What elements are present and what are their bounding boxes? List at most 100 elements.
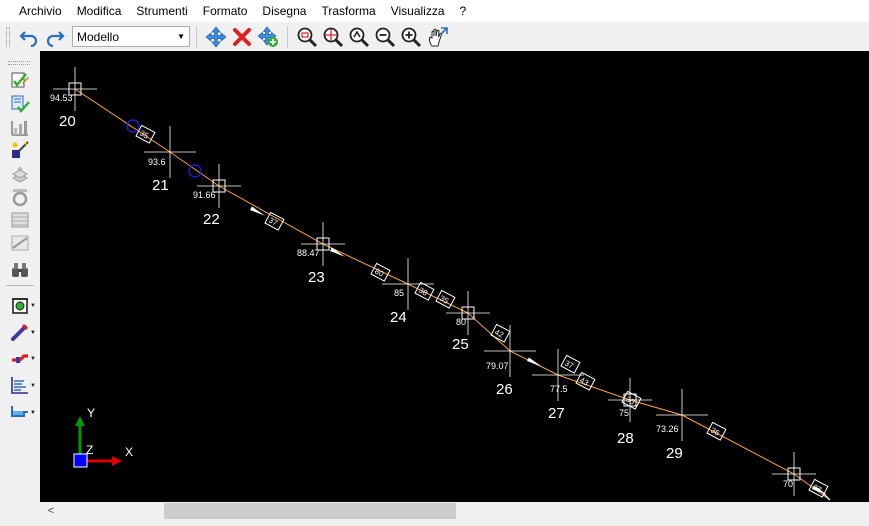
wand-tool-button[interactable] (8, 139, 32, 161)
zoom-out-button[interactable] (372, 24, 398, 50)
pipe-label-text: 42 (493, 328, 506, 340)
drawing-canvas[interactable]: 94.53 20 93.6 21 91.66 22 88.47 23 85 24 80 25 79.07… (40, 51, 869, 502)
menu-formato[interactable]: Formato (196, 0, 256, 22)
redo-icon (46, 30, 65, 47)
toolbar: Modello ▼ (0, 22, 869, 51)
move-button[interactable] (203, 24, 229, 50)
node-id-label: 20 (59, 113, 76, 130)
connection-tool-button[interactable] (8, 347, 32, 369)
ring-icon (12, 189, 28, 207)
toolbar-grip[interactable] (6, 26, 10, 47)
pipe-connection-icon (12, 354, 28, 363)
pipe-tool-button[interactable] (8, 321, 32, 343)
slope-tool-button[interactable] (8, 232, 32, 254)
binoculars-icon (12, 263, 28, 277)
node-id-label: 22 (203, 211, 220, 228)
dropdown-arrow-icon[interactable]: ▼ (30, 303, 36, 309)
table-icon (11, 212, 29, 228)
node-elevation-label: 94.53 (50, 93, 73, 103)
model-select[interactable]: Modello ▼ (72, 26, 190, 47)
undo-button[interactable] (16, 24, 42, 50)
stack-tool-button[interactable] (8, 163, 32, 185)
pipe-label-box: 80 (370, 262, 391, 282)
pipe-label-box: 37 (560, 354, 581, 374)
dropdown-arrow-icon[interactable]: ▼ (30, 383, 36, 389)
delete-button[interactable] (229, 24, 255, 50)
magic-wand-icon (12, 141, 29, 158)
flow-arrow-icon (526, 357, 543, 367)
flow-arrow-shape (526, 357, 543, 367)
menu-help[interactable]: ? (453, 0, 475, 22)
chevron-down-icon: ▼ (177, 32, 185, 41)
node-id-label: 27 (548, 405, 565, 422)
check-edit-button[interactable] (8, 70, 32, 92)
stack-layers-icon (11, 166, 29, 183)
menu-disegna[interactable]: Disegna (255, 0, 314, 22)
menu-trasforma[interactable]: Trasforma (314, 0, 383, 22)
validate-button[interactable] (8, 93, 32, 115)
node-id-label: 29 (666, 445, 683, 462)
node-elevation-label: 91.66 (193, 190, 216, 200)
dropdown-arrow-icon[interactable]: ▼ (30, 356, 36, 362)
node-circle (188, 164, 202, 178)
node-id-label: 26 (496, 381, 513, 398)
toolstrip-grip[interactable] (8, 61, 30, 65)
pipe-label-box: 37 (264, 211, 285, 231)
node-id-label: 28 (617, 430, 634, 447)
axis-z-label: Z (86, 443, 93, 457)
menu-archivio[interactable]: Archivio (12, 0, 70, 22)
pipe-label-text: 30 (624, 395, 637, 407)
pan-button[interactable] (424, 24, 450, 50)
node-elevation-label: 88.47 (297, 248, 320, 258)
manhole-icon (12, 298, 28, 314)
move-add-button[interactable] (255, 24, 281, 50)
manhole-tool-button[interactable] (8, 294, 32, 316)
pipe-end-arrow (817, 487, 831, 501)
zoom-window-icon (297, 27, 318, 47)
redo-button[interactable] (42, 24, 68, 50)
node-elevation-label: 77.5 (550, 384, 568, 394)
axis-y-arrow-icon (75, 416, 85, 426)
cad-application: Archivio Modifica Strumenti Formato Dise… (0, 0, 869, 526)
status-bar (0, 520, 869, 526)
pipe-label-box: 42 (490, 323, 511, 343)
channel-section-icon (11, 406, 28, 417)
scroll-left-arrow-icon[interactable]: < (44, 502, 58, 520)
zoom-previous-icon (349, 27, 370, 47)
pencil-check-icon (11, 72, 29, 88)
flow-arrow-icon (329, 247, 346, 257)
profile-tool-button[interactable] (8, 116, 32, 138)
zoom-extents-button[interactable] (320, 24, 346, 50)
zoom-previous-button[interactable] (346, 24, 372, 50)
node-elevation-label: 80 (456, 317, 466, 327)
document-check-icon (11, 95, 30, 113)
pipe-pencil-icon (11, 323, 29, 341)
delete-cross-icon (233, 27, 251, 46)
horizontal-scrollbar[interactable]: < (40, 502, 869, 520)
pipe-label-text: 36 (709, 426, 722, 438)
scrollbar-thumb[interactable] (164, 503, 456, 519)
node-circle (126, 119, 140, 133)
zoom-window-button[interactable] (294, 24, 320, 50)
node-elevation-label: 93.6 (148, 157, 166, 167)
dropdown-arrow-icon[interactable]: ▼ (30, 330, 36, 336)
table-tool-button[interactable] (8, 209, 32, 231)
pipe-label-text: 38 (417, 286, 430, 298)
drawing-svg: 94.53 20 93.6 21 91.66 22 88.47 23 85 24 80 25 79.07… (50, 67, 831, 502)
zoom-in-icon (401, 27, 422, 47)
section-tool-button[interactable] (8, 401, 32, 423)
menu-modifica[interactable]: Modifica (70, 0, 130, 22)
zoom-in-button[interactable] (398, 24, 424, 50)
toolbar-separator (287, 25, 288, 48)
find-button[interactable] (8, 259, 32, 281)
node-elevation-label: 79.07 (486, 361, 509, 371)
node-elevation-label: 73.26 (656, 424, 679, 434)
profile-view-button[interactable] (8, 374, 32, 396)
axis-x-arrow-icon (112, 456, 122, 466)
ring-tool-button[interactable] (8, 186, 32, 208)
dropdown-arrow-icon[interactable]: ▼ (30, 410, 36, 416)
menu-visualizza[interactable]: Visualizza (384, 0, 453, 22)
menu-strumenti[interactable]: Strumenti (129, 0, 195, 22)
flow-arrow-shape (329, 247, 346, 257)
zoom-out-icon (375, 27, 396, 47)
